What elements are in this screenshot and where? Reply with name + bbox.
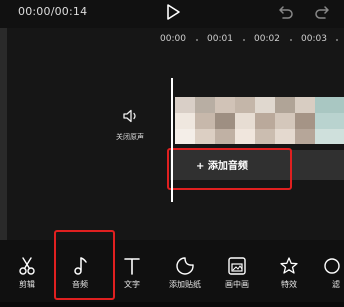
tool-effects[interactable]: 特效: [264, 240, 314, 300]
tool-cut-label: 剪辑: [19, 280, 35, 289]
tool-filter-label: 滤: [332, 280, 340, 289]
undo-icon[interactable]: [277, 3, 295, 21]
tool-filter[interactable]: 滤: [314, 240, 344, 300]
redo-icon[interactable]: [313, 3, 331, 21]
tool-sticker-label: 添加贴纸: [169, 280, 201, 289]
tool-pip[interactable]: 画中画: [212, 240, 262, 300]
ruler-tick-label: 00:01: [207, 34, 233, 44]
scissors-icon: [17, 256, 37, 276]
filter-icon: [322, 256, 342, 276]
sticker-icon: [175, 256, 195, 276]
ruler-dot: [243, 39, 245, 41]
audio-tool-highlight-box: [54, 230, 115, 300]
tool-sticker[interactable]: 添加贴纸: [160, 240, 210, 300]
ruler-dot: [336, 39, 338, 41]
ruler-dot: [196, 39, 198, 41]
ruler-dot: [290, 39, 292, 41]
playback-time: 00:00/00:14: [18, 5, 88, 18]
text-icon: [122, 256, 142, 276]
bottom-bar: [0, 302, 344, 307]
video-track[interactable]: [175, 97, 344, 144]
tool-pip-label: 画中画: [225, 280, 249, 289]
add-audio-highlight-box: [167, 148, 292, 190]
tool-effects-label: 特效: [281, 280, 297, 289]
speaker-mute-icon: [122, 108, 140, 124]
ruler-tick-label: 00:03: [301, 34, 327, 44]
ruler-tick-label: 00:02: [254, 34, 280, 44]
left-edge-strip: [0, 28, 7, 240]
tool-cut[interactable]: 剪辑: [2, 240, 52, 300]
picture-in-picture-icon: [227, 256, 247, 276]
mute-original-audio-label: 关闭原声: [116, 133, 144, 141]
ruler-tick-label: 00:00: [160, 34, 186, 44]
mute-original-audio-button[interactable]: 关闭原声: [110, 108, 150, 144]
effects-star-icon: [279, 256, 299, 276]
play-icon[interactable]: [163, 3, 183, 21]
bottom-toolbar: 剪辑 音频 文字 添加贴纸 画中画 特效 滤: [0, 240, 344, 307]
playhead[interactable]: [171, 78, 173, 202]
